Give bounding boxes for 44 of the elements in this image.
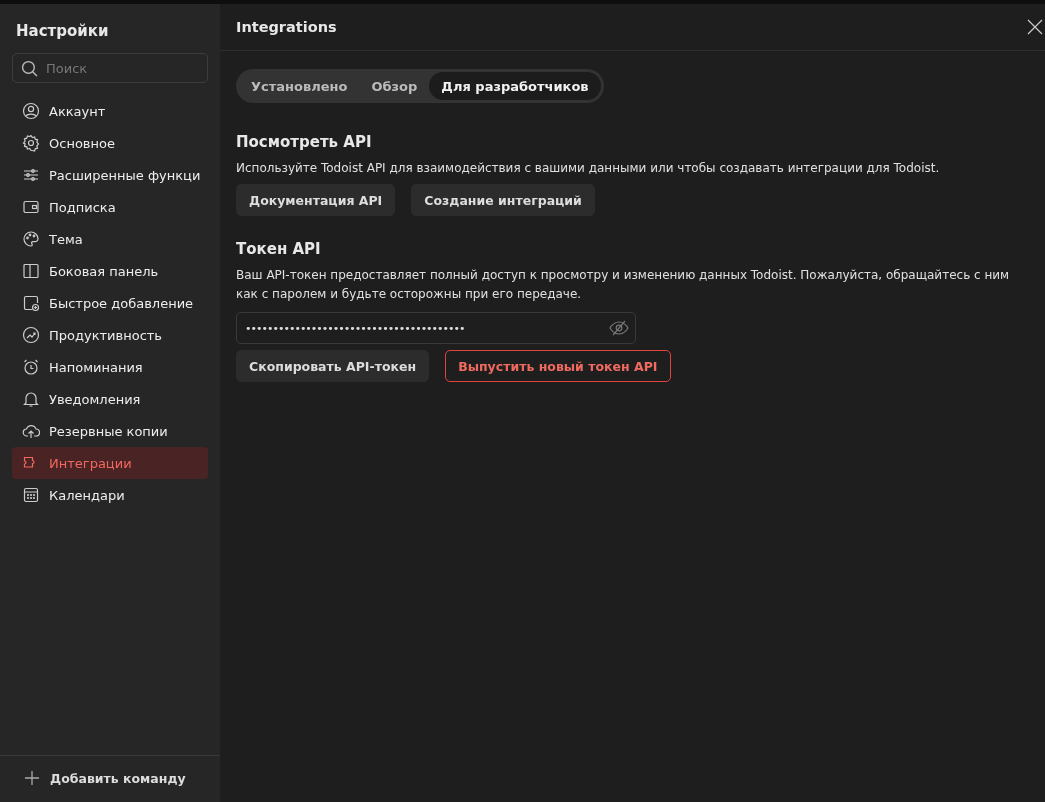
account-icon bbox=[22, 102, 40, 120]
api-link-button[interactable]: Создание интеграций bbox=[411, 184, 595, 216]
tab[interactable]: Для разработчиков bbox=[429, 72, 601, 100]
reissue-token-button[interactable]: Выпустить новый токен API bbox=[445, 350, 671, 382]
window-title: Integrations bbox=[236, 19, 337, 35]
plus-icon bbox=[24, 770, 40, 786]
sidebar-title: Настройки bbox=[15, 21, 110, 40]
tab[interactable]: Установлено bbox=[239, 72, 360, 100]
search-icon bbox=[21, 60, 38, 77]
sidebar-item[interactable]: Календари bbox=[12, 479, 208, 511]
sidebar-item[interactable]: Интеграции bbox=[12, 447, 208, 479]
sidebar-item[interactable]: Продуктивность bbox=[12, 319, 208, 351]
section-heading: Посмотреть API bbox=[236, 133, 373, 151]
panel-icon bbox=[22, 262, 40, 280]
bell-icon bbox=[22, 390, 40, 408]
section-description: Используйте Todoist API для взаимодействия с вашими данными или чтобы создавать интеграции для Todoist. bbox=[236, 160, 941, 177]
add-team-button[interactable]: Добавить команду bbox=[12, 770, 198, 786]
search-field[interactable]: Поиск bbox=[12, 53, 208, 83]
sidebar-item[interactable]: Аккаунт bbox=[12, 95, 208, 127]
close-icon[interactable] bbox=[1027, 19, 1043, 35]
sliders-icon bbox=[22, 166, 40, 184]
sidebar-item[interactable]: Подписка bbox=[12, 191, 208, 223]
palette-icon bbox=[22, 230, 40, 248]
eye-slash-icon[interactable] bbox=[609, 320, 629, 336]
sidebar-item[interactable]: Уведомления bbox=[12, 383, 208, 415]
sidebar-item[interactable]: Основное bbox=[12, 127, 208, 159]
section-heading: Токен API bbox=[236, 240, 322, 258]
api-link-button[interactable]: Документация API bbox=[236, 184, 396, 216]
token-field[interactable]: •••••••••••••••••••••••••••••••••••••••• bbox=[236, 312, 636, 344]
gear-icon bbox=[22, 134, 40, 152]
alarm-icon bbox=[22, 358, 40, 376]
sidebar-item[interactable]: Резервные копии bbox=[12, 415, 208, 447]
chart-icon bbox=[22, 326, 40, 344]
sidebar-item[interactable]: Быстрое добавление bbox=[12, 287, 208, 319]
wallet-icon bbox=[22, 198, 40, 216]
sidebar-item[interactable]: Тема bbox=[12, 223, 208, 255]
copy-token-button[interactable]: Скопировать API-токен bbox=[236, 350, 430, 382]
tab[interactable]: Обзор bbox=[359, 72, 430, 100]
sidebar-item[interactable]: Расширенные функци bbox=[12, 159, 208, 191]
sidebar-item[interactable]: Боковая панель bbox=[12, 255, 208, 287]
sidebar-item[interactable]: Напоминания bbox=[12, 351, 208, 383]
section-description: Ваш API-токен предоставляет полный доступ к просмотру и изменению данных Todoist. Пожалуйста, обращайтесь с ним как с паролем и будьте осторожны при его передаче. bbox=[236, 267, 1011, 303]
cloud-icon bbox=[22, 422, 40, 440]
calendar-icon bbox=[22, 486, 40, 504]
